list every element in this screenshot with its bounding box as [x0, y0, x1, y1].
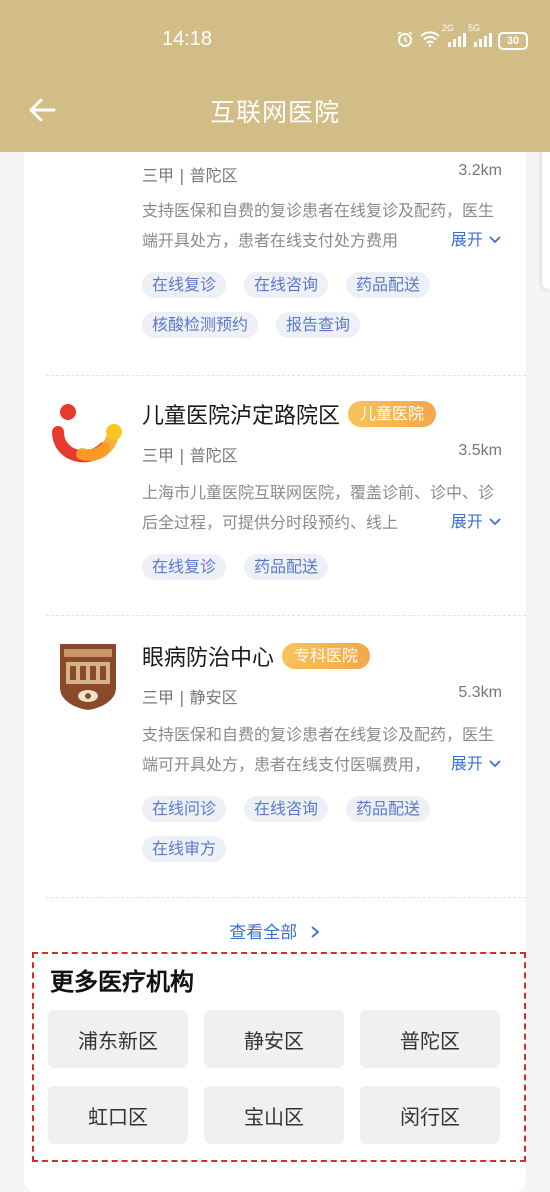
expand-label: 展开: [450, 512, 483, 531]
view-all-label: 查看全部: [229, 923, 298, 943]
service-tag[interactable]: 在线审方: [142, 836, 227, 862]
chevron-down-icon: [489, 518, 501, 526]
network-5g-label: 5G: [468, 23, 481, 33]
more-institutions-section: 更多医疗机构 浦东新区 静安区 普陀区 虹口区 宝山区 闵行区: [32, 952, 526, 1162]
hospital-level-area: 三甲 | 普陀区: [142, 166, 238, 185]
service-tag[interactable]: 药品配送: [346, 796, 431, 822]
expand-label: 展开: [450, 754, 483, 773]
service-tags: 在线复诊 药品配送: [142, 554, 512, 580]
hospital-type-badge: 专科医院: [282, 643, 371, 669]
section-title: 更多医疗机构: [50, 968, 194, 996]
divider: [46, 615, 526, 616]
district-button[interactable]: 虹口区: [48, 1086, 188, 1144]
signal-5g-icon: 5G: [468, 23, 492, 51]
hospital-distance: 3.2km: [458, 162, 502, 179]
hospital-list-card: 三甲 | 普陀区 3.2km 支持医保和自费的复诊患者在线复诊及配药，医生端开具…: [24, 140, 526, 1192]
status-icons: 2G 5G 30: [396, 23, 528, 52]
expand-button[interactable]: 展开: [448, 226, 502, 250]
service-tags: 在线问诊 在线咨询 药品配送 在线审方: [142, 796, 512, 862]
floating-side-tab[interactable]: [542, 146, 550, 290]
service-tag[interactable]: 核酸检测预约: [142, 312, 259, 338]
service-tag[interactable]: 在线咨询: [244, 796, 329, 822]
hospital-name-row: 儿童医院泸定路院区 儿童医院: [142, 398, 437, 430]
hospital-level-area: 三甲 | 普陀区: [142, 446, 238, 465]
expand-button[interactable]: 展开: [448, 750, 502, 774]
hospital-distance: 5.3km: [458, 684, 502, 701]
status-bar: 14:18 2G 5G 30: [0, 0, 550, 80]
battery-icon: 30: [498, 32, 528, 50]
hospital-logo: [52, 398, 124, 470]
hospital-name: 眼病防治中心: [142, 646, 275, 671]
hospital-name-row: 眼病防治中心 专科医院: [142, 640, 371, 672]
app-header: 14:18 2G 5G 30 互联网医院: [0, 0, 550, 152]
district-button[interactable]: 宝山区: [204, 1086, 344, 1144]
service-tag[interactable]: 药品配送: [244, 554, 329, 580]
expand-label: 展开: [450, 230, 483, 249]
district-button[interactable]: 静安区: [204, 1010, 344, 1068]
service-tags: 在线复诊 在线咨询 药品配送 核酸检测预约 报告查询: [142, 272, 512, 338]
signal-2g-icon: 2G: [442, 23, 466, 51]
chevron-down-icon: [489, 760, 501, 768]
service-tag[interactable]: 报告查询: [276, 312, 361, 338]
nav-bar: 互联网医院: [0, 80, 550, 140]
hospital-type-badge: 儿童医院: [348, 401, 437, 427]
divider: [46, 897, 526, 898]
view-all-link[interactable]: 查看全部: [24, 918, 526, 943]
service-tag[interactable]: 在线咨询: [244, 272, 329, 298]
service-tag[interactable]: 在线复诊: [142, 272, 227, 298]
alarm-icon: [396, 30, 414, 52]
hospital-item[interactable]: 三甲 | 普陀区 3.2km 支持医保和自费的复诊患者在线复诊及配药，医生端开具…: [24, 140, 526, 380]
divider: [46, 375, 526, 376]
district-button[interactable]: 普陀区: [360, 1010, 500, 1068]
wifi-icon: [420, 31, 440, 51]
hospital-item[interactable]: 眼病防治中心 专科医院 三甲 | 静安区 5.3km 支持医保和自费的复诊患者在…: [24, 640, 526, 890]
page-title: 互联网医院: [209, 98, 340, 127]
hospital-level-area: 三甲 | 静安区: [142, 688, 238, 707]
hospital-logo: [52, 640, 124, 712]
chevron-right-icon: [311, 926, 320, 938]
expand-button[interactable]: 展开: [448, 508, 502, 532]
district-button[interactable]: 闵行区: [360, 1086, 500, 1144]
hospital-name: 儿童医院泸定路院区: [142, 404, 341, 429]
district-button[interactable]: 浦东新区: [48, 1010, 188, 1068]
district-grid: 浦东新区 静安区 普陀区 虹口区 宝山区 闵行区: [48, 1010, 504, 1144]
service-tag[interactable]: 在线问诊: [142, 796, 227, 822]
network-2g-label: 2G: [442, 23, 455, 33]
hospital-distance: 3.5km: [458, 442, 502, 459]
status-time: 14:18: [162, 28, 213, 50]
service-tag[interactable]: 在线复诊: [142, 554, 227, 580]
service-tag[interactable]: 药品配送: [346, 272, 431, 298]
chevron-down-icon: [489, 236, 501, 244]
hospital-item[interactable]: 儿童医院泸定路院区 儿童医院 三甲 | 普陀区 3.5km 上海市儿童医院互联网…: [24, 398, 526, 598]
